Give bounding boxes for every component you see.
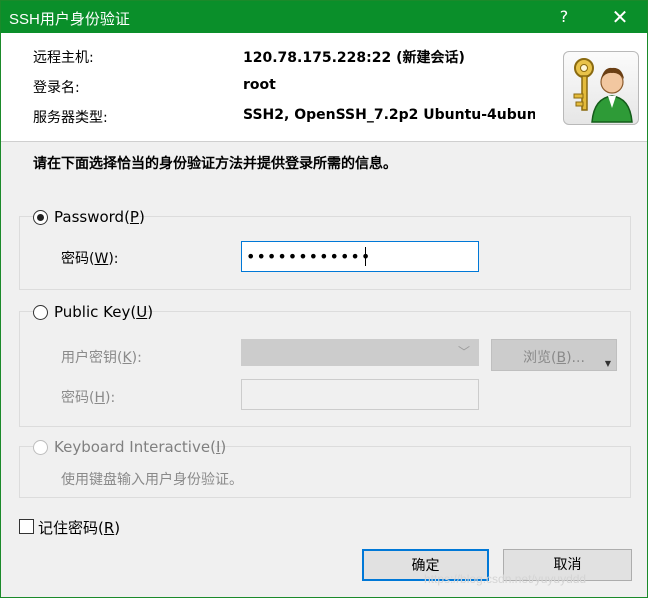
key-passphrase-label: 密码(H):: [61, 390, 116, 406]
window-title: SSH用户身份验证: [9, 11, 130, 28]
user-key-label: 用户密钥(K):: [61, 350, 142, 366]
keyboard-interactive-description: 使用键盘输入用户身份验证。: [61, 472, 243, 488]
login-name-label: 登录名:: [33, 80, 80, 96]
radio-indicator-disabled: [33, 440, 48, 455]
password-radio[interactable]: Password(P): [33, 208, 145, 228]
chevron-down-icon: ﹀: [457, 345, 470, 359]
keyboard-interactive-radio: Keyboard Interactive(I): [33, 438, 226, 458]
keyboard-interactive-label: Keyboard Interactive(I): [54, 438, 227, 456]
remember-password-label[interactable]: 记住密码(R): [38, 517, 120, 538]
title-bar[interactable]: SSH用户身份验证 ? ✕: [1, 1, 647, 33]
public-key-radio[interactable]: Public Key(U): [33, 303, 153, 323]
close-button[interactable]: ✕: [597, 1, 643, 33]
password-input[interactable]: [241, 241, 479, 272]
server-type-value: SSH2, OpenSSH_7.2p2 Ubuntu-4ubuntu: [243, 107, 535, 123]
browse-button: 浏览(B)... ▼: [491, 339, 617, 371]
radio-indicator-checked[interactable]: [33, 210, 48, 225]
watermark-text: https://blog.csdn.net/yuyuyddd: [424, 572, 587, 586]
user-key-select: ﹀: [241, 339, 479, 366]
remote-host-value: 120.78.175.228:22 (新建会话): [243, 50, 465, 66]
login-name-value: root: [243, 77, 276, 93]
ssh-auth-dialog: SSH用户身份验证 ? ✕ 远程主机: 120.78.175.228:22 (新…: [0, 0, 648, 598]
key-passphrase-input: [241, 379, 479, 410]
dropdown-arrow-icon: ▼: [604, 359, 611, 368]
session-info-panel: 远程主机: 120.78.175.228:22 (新建会话) 登录名: root…: [1, 33, 647, 142]
auth-instruction: 请在下面选择恰当的身份验证方法并提供登录所需的信息。: [33, 156, 397, 172]
remote-host-label: 远程主机:: [33, 50, 94, 66]
public-key-radio-label: Public Key(U): [54, 303, 154, 321]
radio-indicator[interactable]: [33, 305, 48, 320]
help-button[interactable]: ?: [541, 1, 587, 33]
key-user-illustration: [573, 58, 633, 123]
server-type-label: 服务器类型:: [33, 110, 108, 126]
password-field-label: 密码(W):: [61, 251, 119, 267]
password-radio-label: Password(P): [54, 208, 145, 226]
text-caret: [365, 247, 366, 266]
key-user-icon: [563, 51, 639, 125]
remember-password-checkbox[interactable]: [19, 519, 34, 534]
